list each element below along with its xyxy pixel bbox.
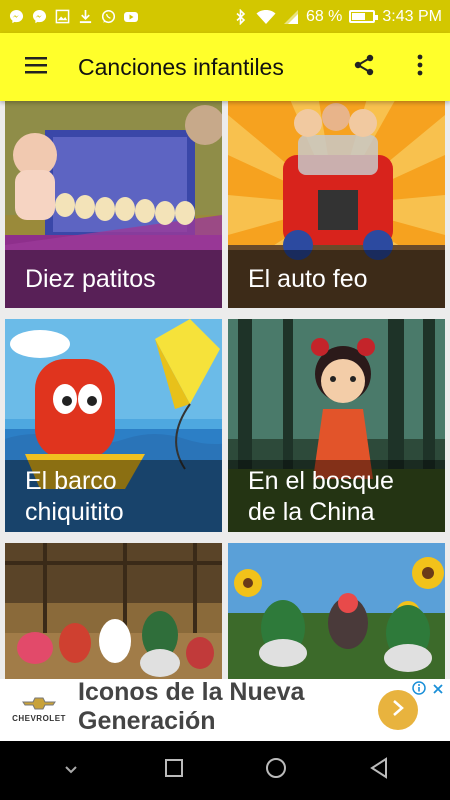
- ad-brand-name: CHEVROLET: [12, 714, 66, 723]
- song-title: El barco chiquitito: [5, 460, 222, 532]
- ad-brand-logo: CHEVROLET: [0, 697, 78, 723]
- battery-icon: [349, 10, 379, 23]
- youtube-icon: [123, 9, 139, 25]
- chevron-right-icon: [391, 699, 405, 722]
- system-nav-bar: [0, 741, 450, 800]
- song-card-en-el-bosque-de-la-china[interactable]: En el bosque de la China: [228, 319, 445, 532]
- info-icon[interactable]: [412, 681, 426, 700]
- song-title: En el bosque de la China: [228, 460, 445, 532]
- song-card-el-barco-chiquitito[interactable]: El barco chiquitito: [5, 319, 222, 532]
- song-card-6[interactable]: [228, 543, 445, 679]
- battery-percent: 68 %: [305, 7, 343, 25]
- app-title: Canciones infantiles: [78, 53, 284, 80]
- song-card-5[interactable]: [5, 543, 222, 679]
- chevrolet-bowtie-icon: [22, 697, 56, 710]
- hide-keyboard-button[interactable]: [46, 746, 96, 796]
- back-button[interactable]: [354, 746, 404, 796]
- song-thumbnail: [228, 543, 445, 679]
- share-button[interactable]: [336, 39, 392, 95]
- hamburger-menu-icon: [24, 55, 48, 80]
- status-bar: 68 % 3:43 PM: [0, 0, 450, 33]
- wifi-icon: [256, 9, 276, 25]
- bluetooth-icon: [233, 8, 249, 25]
- ad-choices: [412, 681, 444, 700]
- home-icon: [265, 757, 287, 784]
- song-thumbnail: [5, 543, 222, 679]
- song-card-el-auto-feo[interactable]: El auto feo: [228, 101, 445, 308]
- ad-banner[interactable]: CHEVROLET Iconos de la Nueva Generación: [0, 679, 450, 741]
- back-icon: [369, 757, 389, 784]
- whatsapp-icon: [100, 9, 116, 25]
- messenger-icon: [8, 9, 24, 25]
- clock: 3:43 PM: [382, 7, 442, 25]
- image-icon: [54, 9, 70, 25]
- song-title: Diez patitos: [5, 250, 222, 308]
- menu-button[interactable]: [8, 39, 64, 95]
- song-grid: Diez patitos El auto feo El barco chiqui…: [0, 101, 450, 679]
- recents-icon: [164, 758, 184, 783]
- download-icon: [77, 9, 93, 25]
- hide-keyboard-icon: [64, 762, 78, 780]
- notification-icons: [8, 9, 139, 25]
- song-title: El auto feo: [228, 250, 445, 308]
- share-icon: [352, 53, 376, 82]
- battery-level: [352, 13, 366, 20]
- more-options-button[interactable]: [392, 39, 448, 95]
- song-card-diez-patitos[interactable]: Diez patitos: [5, 101, 222, 308]
- home-button[interactable]: [251, 746, 301, 796]
- system-status: 68 % 3:43 PM: [233, 8, 442, 26]
- close-icon[interactable]: [432, 682, 444, 700]
- more-vert-icon: [417, 54, 423, 81]
- recents-button[interactable]: [149, 746, 199, 796]
- signal-icon: [283, 9, 299, 25]
- ad-headline: Iconos de la Nueva Generación: [78, 679, 305, 735]
- messenger-icon: [31, 9, 47, 25]
- app-toolbar: Canciones infantiles: [0, 33, 450, 101]
